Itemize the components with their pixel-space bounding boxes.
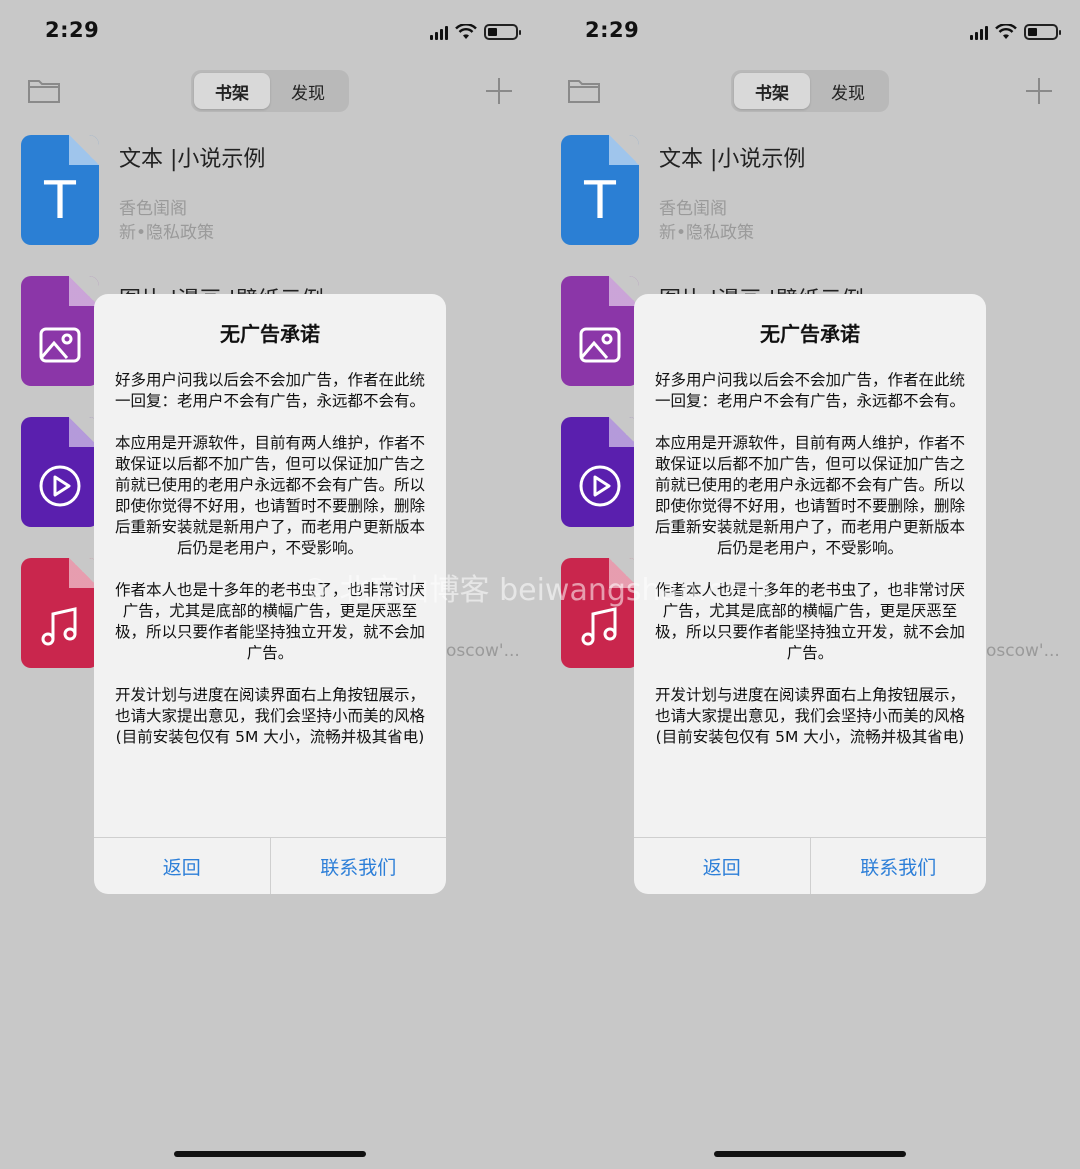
back-button[interactable]: 返回	[94, 838, 270, 894]
alert-message: 好多用户问我以后会不会加广告，作者在此统一回复：老用户不会有广告，永远都不会有。…	[652, 370, 968, 769]
cellular-signal-icon	[430, 24, 448, 40]
alert-paragraph: 开发计划与进度在阅读界面右上角按钮展示，也请大家提出意见，我们会坚持小而美的风格…	[654, 686, 965, 746]
home-indicator[interactable]	[174, 1151, 366, 1157]
tab-discover[interactable]: 发现	[270, 73, 346, 109]
book-cover-text[interactable]: T	[21, 135, 99, 245]
image-icon	[561, 304, 639, 386]
tab-bookshelf[interactable]: 书架	[194, 73, 270, 109]
truncated-text: oscow'...	[986, 641, 1060, 661]
play-icon	[561, 445, 639, 527]
alert-paragraph: 作者本人也是十多年的老书虫了，也非常讨厌广告，尤其是底部的横幅广告，更是厌恶至极…	[114, 581, 425, 662]
alert-title: 无广告承诺	[760, 322, 860, 346]
tab-discover[interactable]: 发现	[810, 73, 886, 109]
music-note-icon	[561, 586, 639, 668]
contact-us-button[interactable]: 联系我们	[269, 838, 447, 894]
tab-bookshelf[interactable]: 书架	[734, 73, 810, 109]
wifi-icon	[995, 24, 1017, 39]
book-subtitle: 新•隐私政策	[659, 223, 755, 243]
book-title-text[interactable]: 文本 |小说示例	[119, 141, 265, 173]
alert-message: 好多用户问我以后会不会加广告，作者在此统一回复：老用户不会有广告，永远都不会有。…	[112, 370, 428, 769]
text-t-icon: T	[44, 171, 76, 231]
book-cover-video[interactable]	[561, 417, 639, 527]
status-time: 2:29	[45, 18, 100, 42]
alert-paragraph: 好多用户问我以后会不会加广告，作者在此统一回复：老用户不会有广告，永远都不会有。	[654, 371, 965, 410]
folder-icon[interactable]	[27, 76, 61, 104]
status-icons	[430, 22, 521, 42]
add-icon[interactable]	[486, 78, 512, 104]
add-icon[interactable]	[1026, 78, 1052, 104]
book-subtitle: 香色闺阁	[119, 199, 187, 219]
alert-title: 无广告承诺	[220, 322, 320, 346]
no-ads-alert: 无广告承诺 好多用户问我以后会不会加广告，作者在此统一回复：老用户不会有广告，永…	[634, 294, 986, 894]
book-cover-image[interactable]	[21, 276, 99, 386]
alert-actions: 返回 联系我们	[94, 837, 446, 894]
phone-screen-right: 2:29 书架 发现 T 文本 |小说示例 香色闺阁 新•隐私政策 图片 |漫画…	[540, 0, 1080, 1169]
play-icon	[21, 445, 99, 527]
book-cover-text[interactable]: T	[561, 135, 639, 245]
truncated-text: oscow'...	[446, 641, 520, 661]
book-title-text[interactable]: 文本 |小说示例	[659, 141, 805, 173]
book-subtitle: 新•隐私政策	[119, 223, 215, 243]
book-cover-image[interactable]	[561, 276, 639, 386]
battery-icon	[484, 24, 521, 40]
status-icons	[970, 22, 1061, 42]
alert-actions: 返回 联系我们	[634, 837, 986, 894]
book-cover-video[interactable]	[21, 417, 99, 527]
phone-screen-left: 2:29 书架 发现 T 文本 |小说示例 香色闺阁 新•隐私政策 图片 |漫画…	[0, 0, 540, 1169]
home-indicator[interactable]	[714, 1151, 906, 1157]
image-icon	[21, 304, 99, 386]
contact-us-button[interactable]: 联系我们	[809, 838, 987, 894]
music-note-icon	[21, 586, 99, 668]
segmented-control: 书架 发现	[191, 70, 349, 112]
back-button[interactable]: 返回	[634, 838, 810, 894]
folder-icon[interactable]	[567, 76, 601, 104]
cellular-signal-icon	[970, 24, 988, 40]
alert-paragraph: 本应用是开源软件，目前有两人维护，作者不敢保证以后都不加广告，但可以保证加广告之…	[654, 434, 965, 557]
book-subtitle: 香色闺阁	[659, 199, 727, 219]
wifi-icon	[455, 24, 477, 39]
no-ads-alert: 无广告承诺 好多用户问我以后会不会加广告，作者在此统一回复：老用户不会有广告，永…	[94, 294, 446, 894]
alert-paragraph: 本应用是开源软件，目前有两人维护，作者不敢保证以后都不加广告，但可以保证加广告之…	[114, 434, 425, 557]
text-t-icon: T	[584, 171, 616, 231]
status-time: 2:29	[585, 18, 640, 42]
segmented-control: 书架 发现	[731, 70, 889, 112]
battery-icon	[1024, 24, 1061, 40]
book-cover-music[interactable]	[21, 558, 99, 668]
alert-paragraph: 好多用户问我以后会不会加广告，作者在此统一回复：老用户不会有广告，永远都不会有。	[114, 371, 425, 410]
book-cover-music[interactable]	[561, 558, 639, 668]
alert-paragraph: 作者本人也是十多年的老书虫了，也非常讨厌广告，尤其是底部的横幅广告，更是厌恶至极…	[654, 581, 965, 662]
alert-paragraph: 开发计划与进度在阅读界面右上角按钮展示，也请大家提出意见，我们会坚持小而美的风格…	[114, 686, 425, 746]
